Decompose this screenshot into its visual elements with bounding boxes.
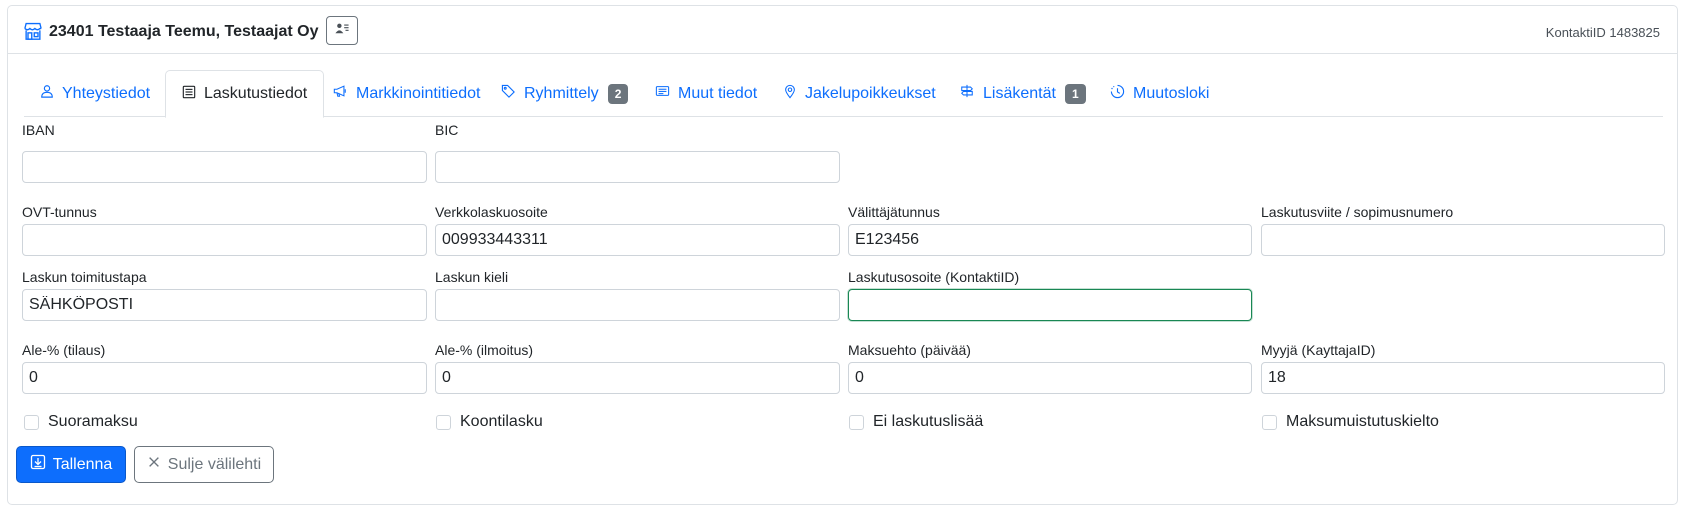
tab-muut-tiedot[interactable]: Muut tiedot [639, 70, 773, 117]
suoramaksu-checkbox[interactable]: Suoramaksu [24, 413, 138, 431]
card-header: 23401 Testaaja Teemu, Testaajat Oy Konta… [8, 6, 1677, 54]
shop-icon [23, 21, 43, 41]
card-text-icon [655, 84, 678, 103]
toimitustapa-label: Laskun toimitustapa [22, 269, 147, 285]
save-button[interactable]: Tallenna [16, 446, 126, 483]
tags-icon [501, 84, 524, 104]
maksuehto-label: Maksuehto (päivää) [848, 342, 971, 358]
ovt-label: OVT-tunnus [22, 204, 97, 220]
tab-label: Markkinointitiedot [356, 84, 481, 102]
person-icon [40, 84, 62, 103]
close-tab-button[interactable]: Sulje välilehti [134, 446, 274, 483]
contact-id-label: KontaktiID 1483825 [1545, 25, 1660, 40]
checkbox-box[interactable] [24, 414, 39, 430]
maksuehto-input[interactable] [848, 362, 1252, 394]
tab-label: Jakelupoikkeukset [805, 84, 936, 102]
toimitustapa-input[interactable] [22, 289, 427, 321]
iban-input[interactable] [22, 151, 427, 183]
page-title: 23401 Testaaja Teemu, Testaajat Oy [49, 23, 319, 40]
maksumuistutuskielto-checkbox[interactable]: Maksumuistutuskielto [1262, 413, 1439, 431]
laskutusosoite-label: Laskutusosoite (KontaktiID) [848, 269, 1020, 285]
close-icon [147, 455, 168, 474]
count-badge: 2 [607, 83, 629, 104]
tab-label: Ryhmittely [524, 84, 599, 102]
checkbox-label: Ei laskutuslisää [873, 413, 984, 430]
kieli-label: Laskun kieli [435, 269, 509, 285]
ale-ilmoitus-input[interactable] [435, 362, 840, 394]
checkbox-label: Suoramaksu [48, 413, 138, 430]
ovt-input[interactable] [22, 224, 427, 256]
tab-jakelupoikkeukset[interactable]: Jakelupoikkeukset [767, 70, 952, 117]
verkkolaskuosoite-label: Verkkolaskuosoite [435, 204, 548, 220]
verkkolaskuosoite-input[interactable] [435, 224, 840, 256]
tab-laskutustiedot[interactable]: Laskutustiedot [165, 70, 325, 118]
tab-label: Muut tiedot [678, 84, 758, 102]
valittajatunnus-label: Välittäjätunnus [848, 204, 940, 220]
ale-ilmoitus-label: Ale-% (ilmoitus) [435, 342, 534, 358]
tab-muutosloki[interactable]: Muutosloki [1094, 70, 1225, 117]
laskutusosoite-input[interactable] [848, 289, 1252, 321]
checkbox-label: Maksumuistutuskielto [1286, 413, 1439, 430]
tab-yhteystiedot[interactable]: Yhteystiedot [24, 70, 166, 117]
kieli-input[interactable] [435, 289, 840, 321]
bic-label: BIC [435, 122, 459, 138]
signpost-icon [959, 84, 983, 103]
checkbox-box[interactable] [1262, 414, 1277, 430]
save-label: Tallenna [52, 455, 113, 473]
contact-card-button[interactable] [326, 16, 358, 45]
ale-tilaus-input[interactable] [22, 362, 427, 394]
tab-label: Muutosloki [1133, 84, 1210, 102]
person-lines-icon [335, 21, 349, 40]
tab-bar: Yhteystiedot Laskutustiedot Markkinointi… [24, 70, 1663, 118]
ei-laskutuslisaa-checkbox[interactable]: Ei laskutuslisää [849, 413, 983, 431]
tab-ryhmittely[interactable]: Ryhmittely 2 [485, 70, 644, 117]
checkbox-box[interactable] [849, 414, 864, 430]
myyja-input[interactable] [1261, 362, 1665, 394]
iban-label: IBAN [22, 122, 55, 138]
laskutusviite-input[interactable] [1261, 224, 1665, 256]
tab-markkinointitiedot[interactable]: Markkinointitiedot [316, 70, 497, 117]
save-icon [30, 454, 53, 475]
geo-pin-icon [783, 84, 805, 104]
invoice-icon [182, 85, 204, 104]
count-badge: 1 [1064, 83, 1086, 104]
bic-input[interactable] [435, 151, 840, 183]
myyja-label: Myyjä (KayttajaID) [1261, 342, 1376, 358]
koontilasku-checkbox[interactable]: Koontilasku [436, 413, 543, 431]
tab-label: Laskutustiedot [204, 85, 308, 102]
megaphone-icon [332, 84, 356, 103]
tab-label: Lisäkentät [983, 84, 1056, 102]
checkbox-box[interactable] [436, 414, 451, 430]
laskutusviite-label: Laskutusviite / sopimusnumero [1261, 204, 1454, 220]
checkbox-label: Koontilasku [460, 413, 543, 430]
tab-label: Yhteystiedot [62, 84, 151, 102]
clock-history-icon [1110, 84, 1133, 104]
ale-tilaus-label: Ale-% (tilaus) [22, 342, 106, 358]
close-label: Sulje välilehti [167, 455, 262, 473]
tab-lisakentat[interactable]: Lisäkentät 1 [943, 70, 1102, 117]
valittajatunnus-input[interactable] [848, 224, 1252, 256]
